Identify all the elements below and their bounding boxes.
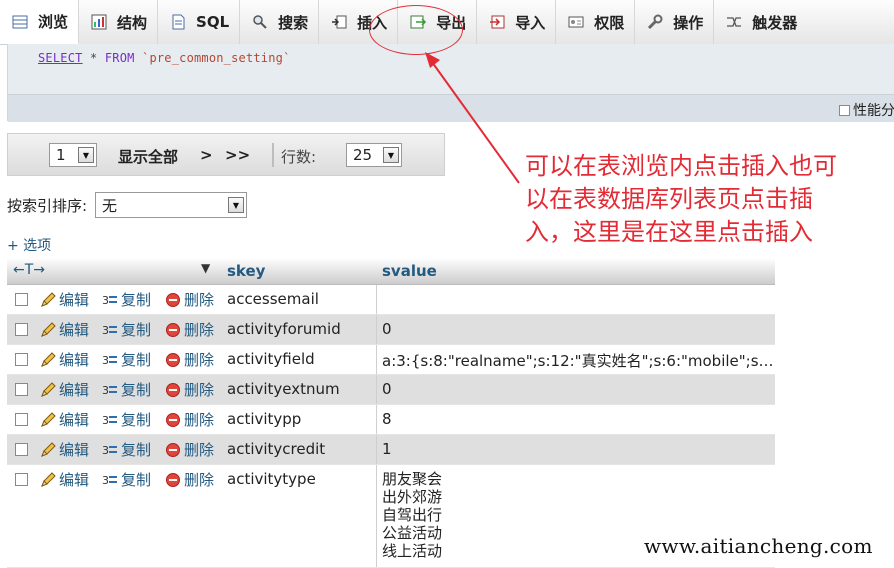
annotation-line: 可以在表浏览内点击插入也可 [525, 152, 837, 180]
annotation-line: 以在表数据库列表页点击插 [525, 185, 813, 213]
annotation-arrow [425, 52, 520, 184]
annotation-text: 可以在表浏览内点击插入也可 以在表数据库列表页点击插 入，这里是在这里点击插入 [525, 150, 894, 249]
watermark: www.aitiancheng.com [644, 534, 873, 558]
annotation-line: 入，这里是在这里点击插入 [525, 218, 813, 246]
